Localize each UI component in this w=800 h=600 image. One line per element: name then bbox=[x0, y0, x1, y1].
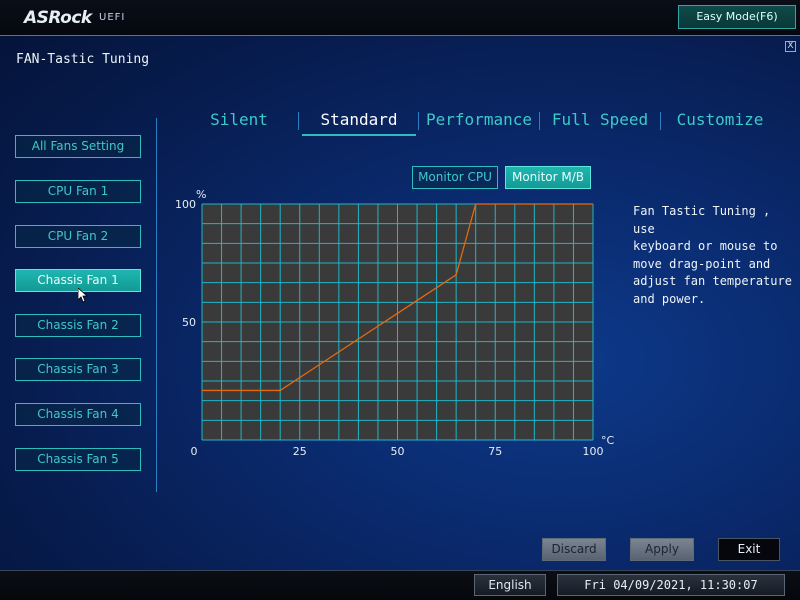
datetime-display: Fri 04/09/2021, 11:30:07 bbox=[557, 574, 785, 596]
discard-button[interactable]: Discard bbox=[542, 538, 606, 561]
x-tick-label: 0 bbox=[191, 445, 198, 458]
x-unit-label: °C bbox=[601, 434, 615, 447]
exit-button[interactable]: Exit bbox=[718, 538, 780, 561]
x-tick-label: 50 bbox=[391, 445, 405, 458]
language-button[interactable]: English bbox=[474, 574, 546, 596]
help-text: Fan Tastic Tuning , use keyboard or mous… bbox=[633, 204, 792, 306]
x-tick-label: 25 bbox=[293, 445, 307, 458]
apply-button[interactable]: Apply bbox=[630, 538, 694, 561]
y-unit-label: % bbox=[196, 188, 206, 201]
x-tick-label: 75 bbox=[488, 445, 502, 458]
y-tick-label: 50 bbox=[182, 316, 196, 329]
y-tick-label: 100 bbox=[175, 198, 196, 211]
